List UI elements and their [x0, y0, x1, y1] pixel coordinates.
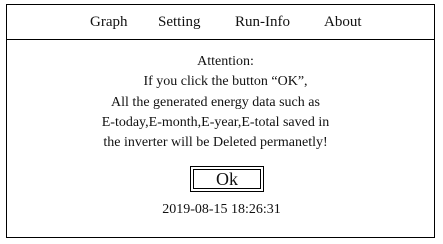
dialog-message-line: E-today,E-month,E-year,E-total saved in [101, 115, 330, 130]
dialog-title: Attention: [197, 54, 254, 69]
menu-item-graph[interactable]: Graph [90, 14, 128, 30]
dialog-message-line: the inverter will be Deleted permanetly! [103, 135, 328, 150]
ok-button[interactable]: Ok [190, 166, 264, 192]
dialog-message-line: All the generated energy data such as [111, 95, 320, 110]
menu-bar: Graph Setting Run-Info About [7, 5, 434, 40]
date-time-display: 2019-08-15 18:26:31 [162, 202, 281, 217]
menu-item-run-info[interactable]: Run-Info [235, 14, 290, 30]
ok-button-label: Ok [193, 169, 261, 189]
dialog-message-line: If you click the button “OK”, [143, 74, 308, 89]
menu-item-setting[interactable]: Setting [158, 14, 201, 30]
menu-item-about[interactable]: About [324, 14, 362, 30]
